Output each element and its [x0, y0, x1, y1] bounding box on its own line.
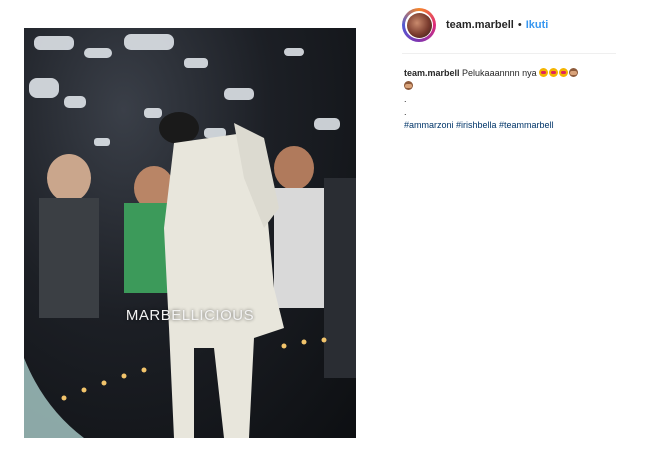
avatar-photo [406, 12, 432, 38]
heart-eyes-icon [539, 68, 549, 77]
separator-dot: • [517, 19, 522, 31]
caption-text: Pelukaaannnn nya [462, 68, 537, 78]
heart-eyes-icon [559, 68, 569, 77]
video-frame [24, 34, 356, 438]
post-header: team.marbell • Ikuti [390, 5, 610, 45]
see-no-evil-monkey-icon [404, 81, 413, 90]
divider [402, 53, 616, 54]
header-username[interactable]: team.marbell [446, 19, 514, 31]
post-caption: team.marbell Pelukaaannnn nya . . #ammar… [404, 67, 619, 132]
caption-username[interactable]: team.marbell [404, 68, 460, 78]
heart-eyes-icon [549, 68, 559, 77]
see-no-evil-monkey-icon [569, 68, 579, 77]
post-video[interactable]: MARBELLICIOUS [24, 28, 356, 438]
caption-dot: . [404, 107, 407, 117]
follow-button[interactable]: Ikuti [526, 19, 549, 31]
avatar[interactable] [402, 8, 436, 42]
video-watermark: MARBELLICIOUS [125, 307, 255, 324]
caption-dot: . [404, 94, 407, 104]
caption-hashtags[interactable]: #ammarzoni #irishbella #teammarbell [404, 119, 619, 132]
